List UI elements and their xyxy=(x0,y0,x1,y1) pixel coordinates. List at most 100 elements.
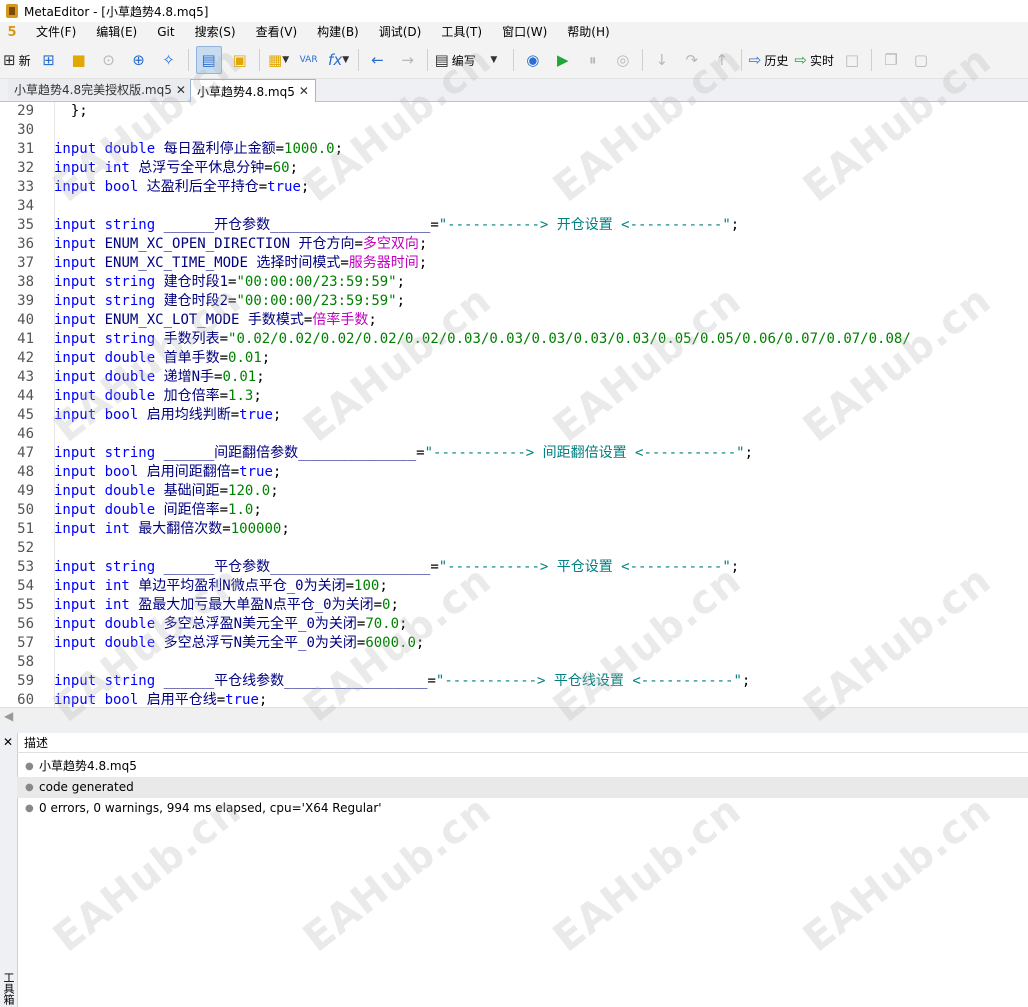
code-keyword: input string xyxy=(54,274,156,290)
code-line[interactable]: 53 input string ______平仓参数_______________… xyxy=(0,558,1028,577)
code-keyword: input bool xyxy=(54,692,139,707)
code-line[interactable]: 56 input double 多空总浮盈N美元全平_0为关闭=70.0; xyxy=(0,615,1028,634)
tab-full-license[interactable]: 小草趋势4.8完美授权版.mq5 ✕ xyxy=(8,79,193,100)
code-identifier: 达盈利后全平持仓 xyxy=(146,179,259,195)
run-button[interactable]: ▶ xyxy=(551,47,575,73)
code-line[interactable]: 48 input bool 启用间距翻倍=true; xyxy=(0,463,1028,482)
line-number: 41 xyxy=(17,331,34,347)
new-file-button[interactable]: ⊞ 新 xyxy=(3,47,31,73)
code-line[interactable]: 41 input string 手数列表="0.02/0.02/0.02/0.02… xyxy=(0,330,1028,349)
code-line[interactable]: 44 input double 加仓倍率=1.3; xyxy=(0,387,1028,406)
code-line[interactable]: 42 input double 首单手数=0.01; xyxy=(0,349,1028,368)
copy-button[interactable]: ❐ xyxy=(879,47,903,73)
code-line[interactable]: 60 input bool 启用平仓线=true; xyxy=(0,691,1028,707)
close-icon[interactable]: ✕ xyxy=(299,84,309,98)
menu-file[interactable]: 文件(F) xyxy=(26,22,86,42)
folder-view-button[interactable]: ▣ xyxy=(228,47,252,73)
menu-tools[interactable]: 工具(T) xyxy=(431,22,492,42)
mql5-logo-icon[interactable]: 5 xyxy=(4,25,20,40)
toolbar-separator xyxy=(357,49,359,71)
paste-button[interactable]: ▦ ▼ xyxy=(267,47,291,73)
code-line[interactable]: 34 xyxy=(0,197,1028,216)
code-line[interactable]: 47 input string ______间距翻倍参数_____________… xyxy=(0,444,1028,463)
code-line[interactable]: 33 input bool 达盈利后全平持仓=true; xyxy=(0,178,1028,197)
code-line[interactable]: 50 input double 间距倍率=1.0; xyxy=(0,501,1028,520)
step-into-button[interactable]: ↓ xyxy=(650,47,674,73)
code-line[interactable]: 46 xyxy=(0,425,1028,444)
code-terminator: ; xyxy=(399,616,408,632)
more-button[interactable]: ▢ xyxy=(909,47,933,73)
code-line[interactable]: 37 input ENUM_XC_TIME_MODE 选择时间模式=服务器时间; xyxy=(0,254,1028,273)
output-row[interactable]: ● code generated xyxy=(17,777,1028,798)
menu-search[interactable]: 搜索(S) xyxy=(185,22,246,42)
code-line[interactable]: 32 input int 总浮亏全平休息分钟=60; xyxy=(0,159,1028,178)
code-line[interactable]: 52 xyxy=(0,539,1028,558)
open-folder-button[interactable]: ■ xyxy=(67,47,91,73)
code-value: 1.3 xyxy=(228,388,254,404)
code-line[interactable]: 40 input ENUM_XC_LOT_MODE 手数模式=倍率手数; xyxy=(0,311,1028,330)
menu-edit[interactable]: 编辑(E) xyxy=(86,22,147,42)
code-terminator: ; xyxy=(281,521,290,537)
horizontal-scrollbar[interactable]: ◀ xyxy=(0,707,1028,726)
code-line[interactable]: 57 input double 多空总浮亏N美元全平_0为关闭=6000.0; xyxy=(0,634,1028,653)
stop-button[interactable]: ◎ xyxy=(611,47,635,73)
code-value: 倍率手数 xyxy=(312,312,369,328)
new-window-button[interactable]: ⊞ xyxy=(37,47,61,73)
code-terminator: ; xyxy=(272,407,282,423)
code-line[interactable]: 43 input double 递增N手=0.01; xyxy=(0,368,1028,387)
line-number: 47 xyxy=(17,445,34,461)
code-line[interactable]: 45 input bool 启用均线判断=true; xyxy=(0,406,1028,425)
code-value: true xyxy=(239,407,273,423)
code-line[interactable]: 51 input int 最大翻倍次数=100000; xyxy=(0,520,1028,539)
code-line[interactable]: 35 input string ______开仓参数_______________… xyxy=(0,216,1028,235)
code-keyword: input string xyxy=(54,331,156,347)
download-button[interactable]: ⊙ xyxy=(97,47,121,73)
code-identifier: 加仓倍率 xyxy=(163,388,220,404)
menu-help[interactable]: 帮助(H) xyxy=(557,22,619,42)
code-editor[interactable]: 29 }; 30 31 input double 每日盈利停止金额=1000.0; 32… xyxy=(0,102,1028,707)
step-out-button[interactable]: ↑ xyxy=(710,47,734,73)
pause-button[interactable]: ⏸ xyxy=(581,47,605,73)
menu-build[interactable]: 构建(B) xyxy=(307,22,369,42)
history-button[interactable]: ⇨ 历史 xyxy=(749,47,789,73)
code-line[interactable]: 36 input ENUM_XC_OPEN_DIRECTION 开仓方向=多空双向… xyxy=(0,235,1028,254)
ai-assist-button[interactable]: ✧ xyxy=(157,47,181,73)
close-icon[interactable]: ✕ xyxy=(3,735,13,749)
code-line[interactable]: 30 xyxy=(0,121,1028,140)
insert-variable-button[interactable]: VAR xyxy=(297,47,321,73)
output-row[interactable]: ● 小草趋势4.8.mq5 xyxy=(17,756,1028,777)
code-line[interactable]: 49 input double 基础间距=120.0; xyxy=(0,482,1028,501)
code-line[interactable]: 29 }; xyxy=(0,102,1028,121)
code-line[interactable]: 58 xyxy=(0,653,1028,672)
forward-button[interactable]: → xyxy=(396,47,420,73)
compile-options-button[interactable]: ▼ xyxy=(482,47,506,73)
close-icon[interactable]: ✕ xyxy=(176,83,186,97)
menu-view[interactable]: 查看(V) xyxy=(246,22,308,42)
back-button[interactable]: ← xyxy=(366,47,390,73)
pane-splitter[interactable] xyxy=(0,725,1028,733)
new-file-label: 新 xyxy=(18,53,31,68)
menu-debug[interactable]: 调试(D) xyxy=(369,22,432,42)
compile-button[interactable]: ▤ 编写 xyxy=(435,47,476,73)
code-line[interactable]: 31 input double 每日盈利停止金额=1000.0; xyxy=(0,140,1028,159)
code-line[interactable]: 54 input int 单边平均盈利N微点平仓_0为关闭=100; xyxy=(0,577,1028,596)
navigator-toggle-button[interactable]: ▤ xyxy=(195,46,222,74)
insert-function-button[interactable]: fx ▼ xyxy=(327,47,351,73)
menu-git[interactable]: Git xyxy=(147,22,184,42)
menu-window[interactable]: 窗口(W) xyxy=(492,22,557,42)
scroll-left-icon[interactable]: ◀ xyxy=(4,709,13,723)
output-column-header[interactable]: 描述 xyxy=(17,733,1028,753)
stop-test-button[interactable]: □ xyxy=(840,47,864,73)
code-line[interactable]: 59 input string ______平仓线参数______________… xyxy=(0,672,1028,691)
code-line[interactable]: 39 input string 建仓时段2="00:00:00/23:59:59"… xyxy=(0,292,1028,311)
menu-bar: 5 文件(F) 编辑(E) Git 搜索(S) 查看(V) 构建(B) 调试(D… xyxy=(0,22,1028,42)
toolbar-separator xyxy=(512,49,514,71)
code-line[interactable]: 55 input int 盈最大加亏最大单盈N点平仓_0为关闭=0; xyxy=(0,596,1028,615)
output-row[interactable]: ● 0 errors, 0 warnings, 994 ms elapsed, … xyxy=(17,798,1028,819)
tab-main-file[interactable]: 小草趋势4.8.mq5 ✕ xyxy=(190,79,316,102)
step-over-button[interactable]: ↷ xyxy=(680,47,704,73)
code-line[interactable]: 38 input string 建仓时段1="00:00:00/23:59:59"… xyxy=(0,273,1028,292)
save-button[interactable]: ⊕ xyxy=(127,47,151,73)
debug-start-button[interactable]: ◉ xyxy=(521,47,545,73)
realtime-button[interactable]: ⇨ 实时 xyxy=(794,47,834,73)
